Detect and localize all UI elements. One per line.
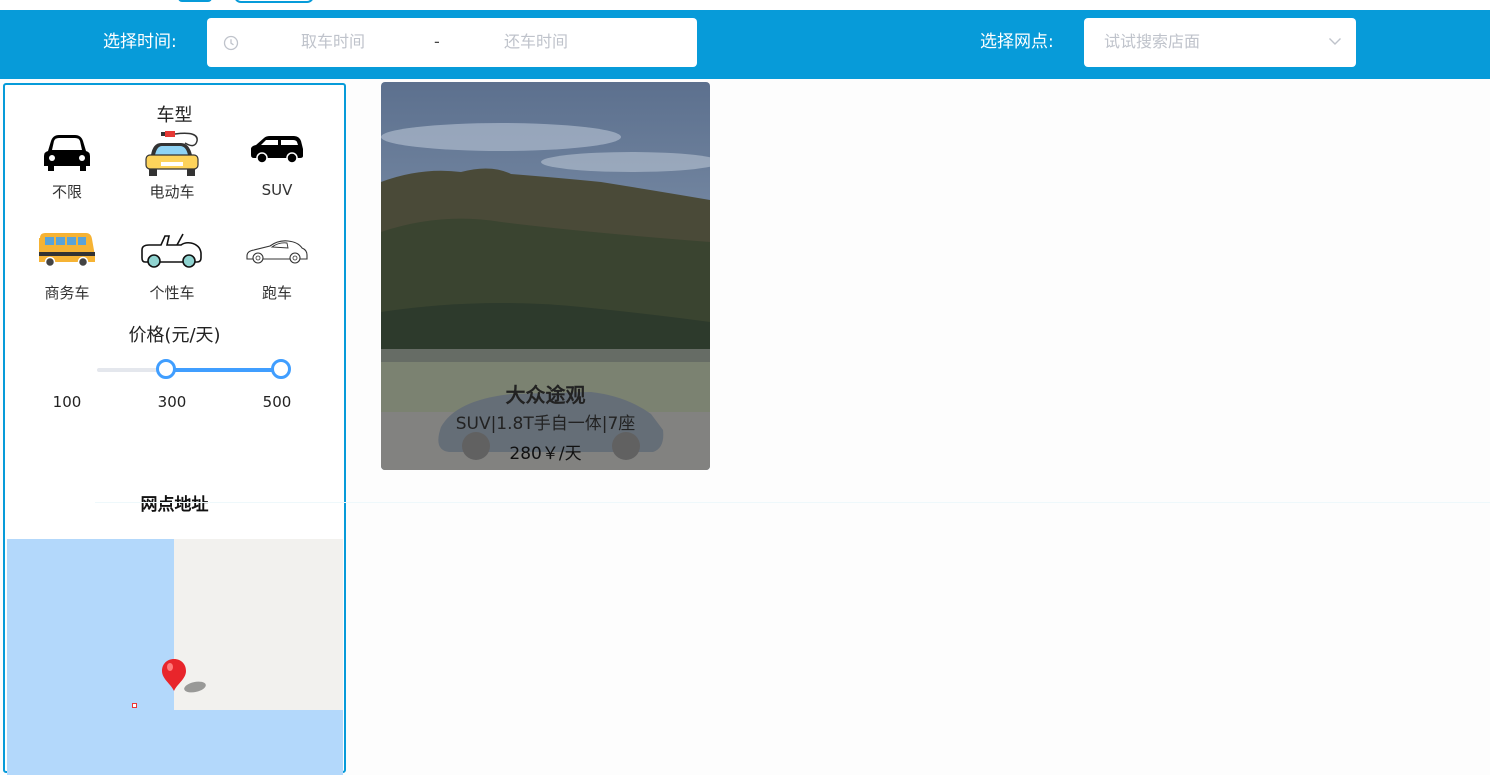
car-type-label: 个性车: [149, 284, 195, 302]
car-type-title: 车型: [156, 105, 193, 126]
price-range-slider[interactable]: [97, 359, 291, 379]
price-title: 价格(元/天): [128, 325, 221, 346]
car-type-label: 跑车: [261, 284, 292, 302]
car-card[interactable]: 大众途观 SUV|1.8T手自一体|7座 280￥/天: [381, 82, 710, 470]
nav-tab-remnant[interactable]: [178, 0, 212, 2]
slider-handle-max[interactable]: [271, 359, 291, 379]
store-search-input[interactable]: 试试搜索店面: [1104, 32, 1200, 52]
clock-icon: [223, 35, 239, 51]
car-type-sports[interactable]: 跑车: [232, 228, 322, 303]
store-search-select[interactable]: 试试搜索店面: [1084, 18, 1356, 67]
car-type-label: 不限: [51, 183, 82, 201]
bus-icon: [39, 233, 95, 268]
map-pin-icon[interactable]: [161, 658, 187, 692]
electric-car-icon: [145, 131, 199, 176]
convertible-icon: [141, 233, 202, 268]
slider-selected-range: [166, 368, 281, 372]
price-tick: 100: [52, 393, 82, 411]
chevron-down-icon: [1329, 38, 1341, 45]
car-name: 大众途观: [505, 383, 586, 407]
sports-car-icon: [246, 240, 308, 264]
suv-icon: [251, 136, 303, 164]
search-bar: 选择时间: 取车时间 - 还车时间 选择网点: 试试搜索店面: [0, 10, 1490, 79]
car-type-label: 电动车: [149, 183, 195, 201]
store-label: 选择网点:: [980, 32, 1054, 52]
car-type-custom[interactable]: 个性车: [127, 228, 217, 303]
car-type-business[interactable]: 商务车: [22, 228, 112, 303]
car-type-label: SUV: [261, 181, 293, 199]
car-type-electric[interactable]: 电动车: [127, 129, 217, 202]
time-label: 选择时间:: [103, 32, 177, 52]
price-tick: 500: [262, 393, 292, 411]
price-tick: 300: [157, 393, 187, 411]
filter-sidebar: 车型 不限 电动车 SUV 商务车 个性车 跑车 价格(元/天) 100 300…: [3, 83, 346, 775]
car-type-label: 商务车: [44, 284, 90, 302]
return-time-input[interactable]: 还车时间: [504, 32, 568, 52]
car-spec: SUV|1.8T手自一体|7座: [455, 414, 636, 434]
map-marker-dot: [132, 703, 137, 708]
content-divider: [95, 502, 1490, 503]
top-nav-remnant: [0, 0, 1490, 10]
car-price: 280￥/天: [509, 444, 582, 464]
car-type-any[interactable]: 不限: [22, 129, 112, 202]
store-map[interactable]: [7, 539, 343, 775]
nav-tab-remnant[interactable]: [234, 0, 314, 3]
range-separator: -: [434, 32, 440, 51]
car-type-suv[interactable]: SUV: [232, 129, 322, 199]
rental-date-range-picker[interactable]: 取车时间 - 还车时间: [207, 18, 697, 67]
pickup-time-input[interactable]: 取车时间: [301, 32, 365, 52]
slider-handle-min[interactable]: [156, 359, 176, 379]
sedan-icon: [44, 135, 90, 171]
